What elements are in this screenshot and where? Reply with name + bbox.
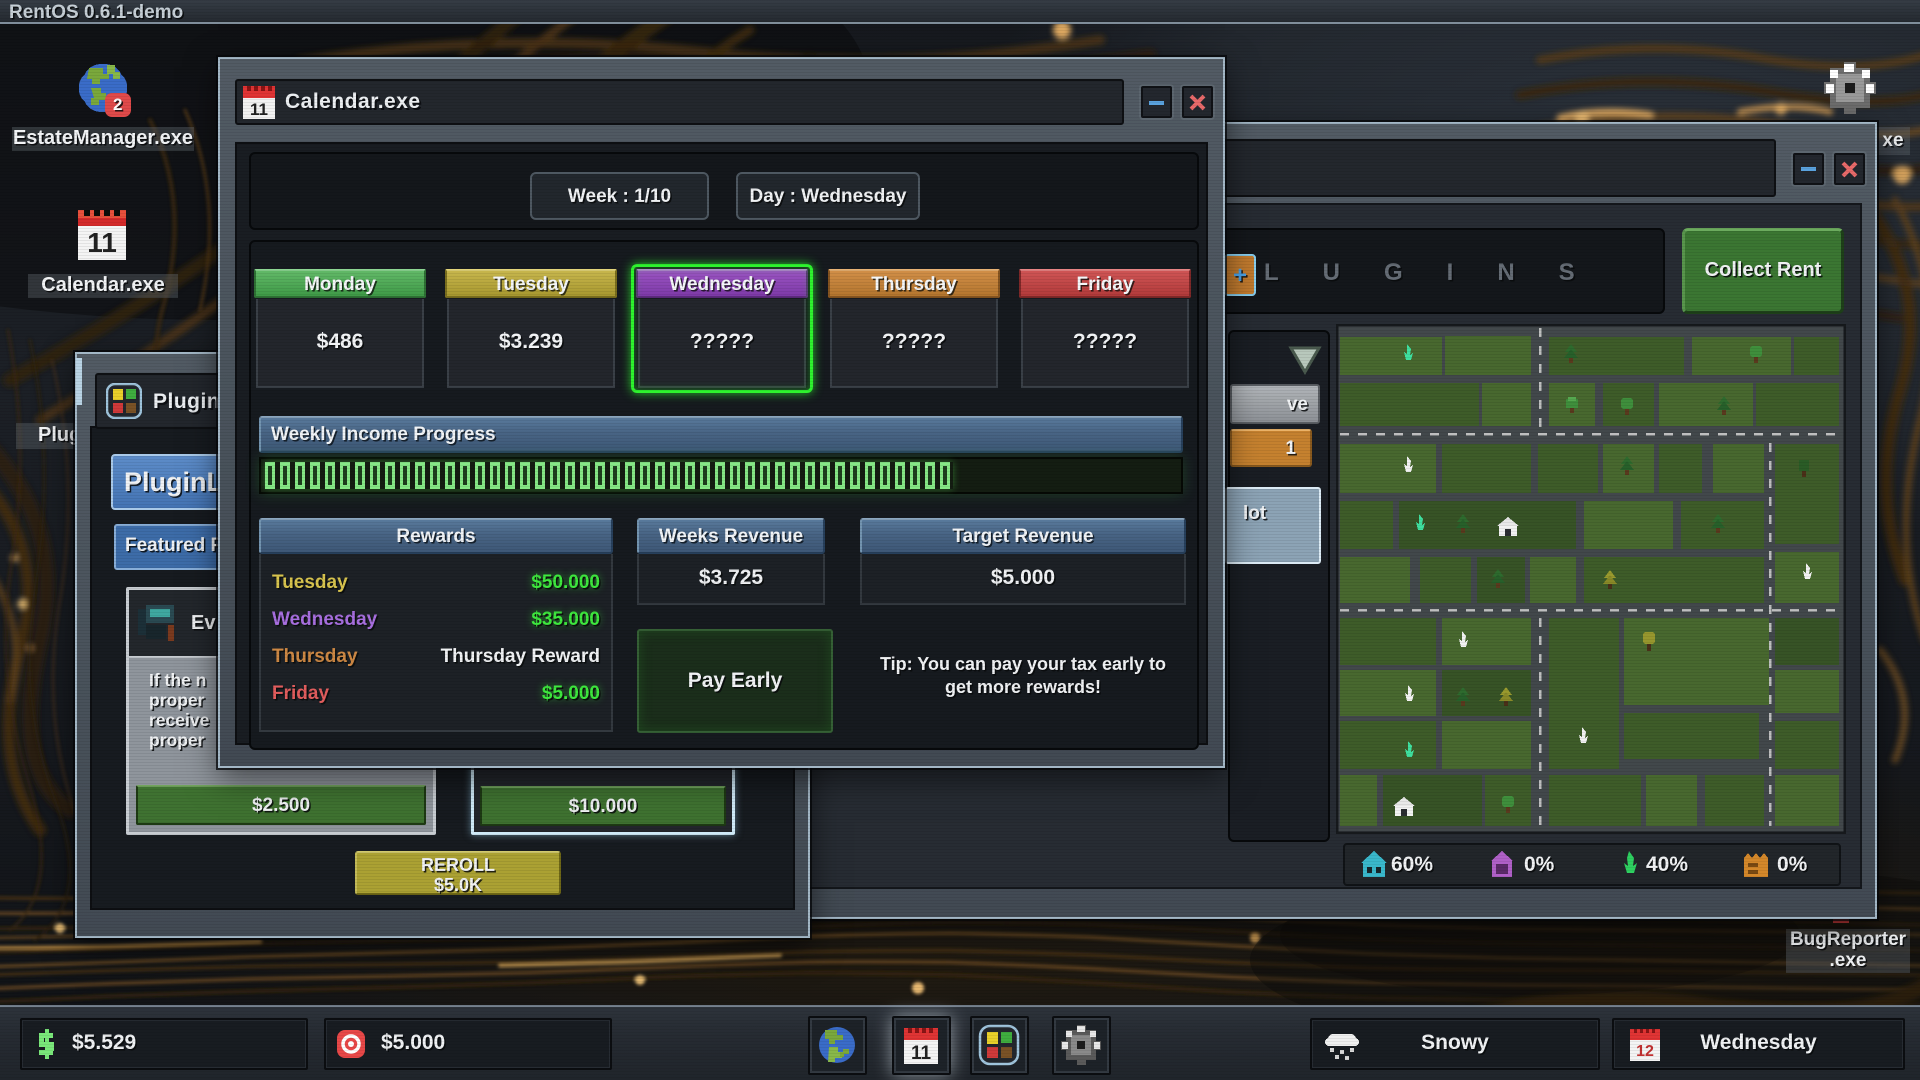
svg-text:11: 11 (250, 100, 268, 119)
svg-text:11: 11 (87, 227, 117, 258)
svg-text:11: 11 (911, 1043, 932, 1064)
